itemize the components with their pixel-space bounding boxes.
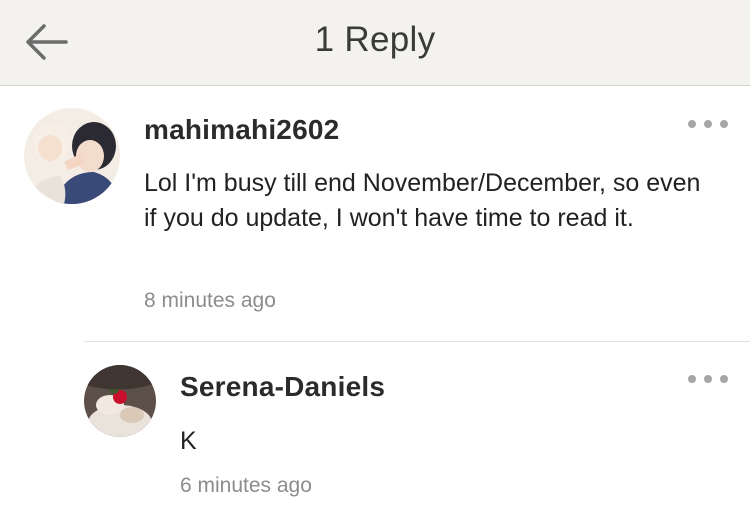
more-dots-icon bbox=[688, 375, 696, 383]
reply-more-button[interactable] bbox=[688, 369, 728, 389]
top-bar: 1 Reply bbox=[0, 0, 750, 86]
avatar[interactable] bbox=[24, 108, 120, 204]
divider bbox=[84, 341, 750, 342]
reply-avatar[interactable] bbox=[84, 365, 156, 437]
reply-text: K bbox=[180, 427, 197, 455]
comment-username[interactable]: mahimahi2602 bbox=[144, 114, 339, 146]
comment-timestamp: 8 minutes ago bbox=[144, 289, 276, 312]
comment-text: Lol I'm busy till end November/December,… bbox=[144, 169, 701, 232]
more-dots-icon bbox=[688, 120, 696, 128]
comment-more-button[interactable] bbox=[688, 114, 728, 134]
reply-timestamp: 6 minutes ago bbox=[180, 474, 312, 497]
page-title: 1 Reply bbox=[314, 20, 436, 59]
avatar-image bbox=[24, 108, 120, 204]
reply-username[interactable]: Serena-Daniels bbox=[180, 371, 385, 403]
avatar-image bbox=[84, 365, 156, 437]
